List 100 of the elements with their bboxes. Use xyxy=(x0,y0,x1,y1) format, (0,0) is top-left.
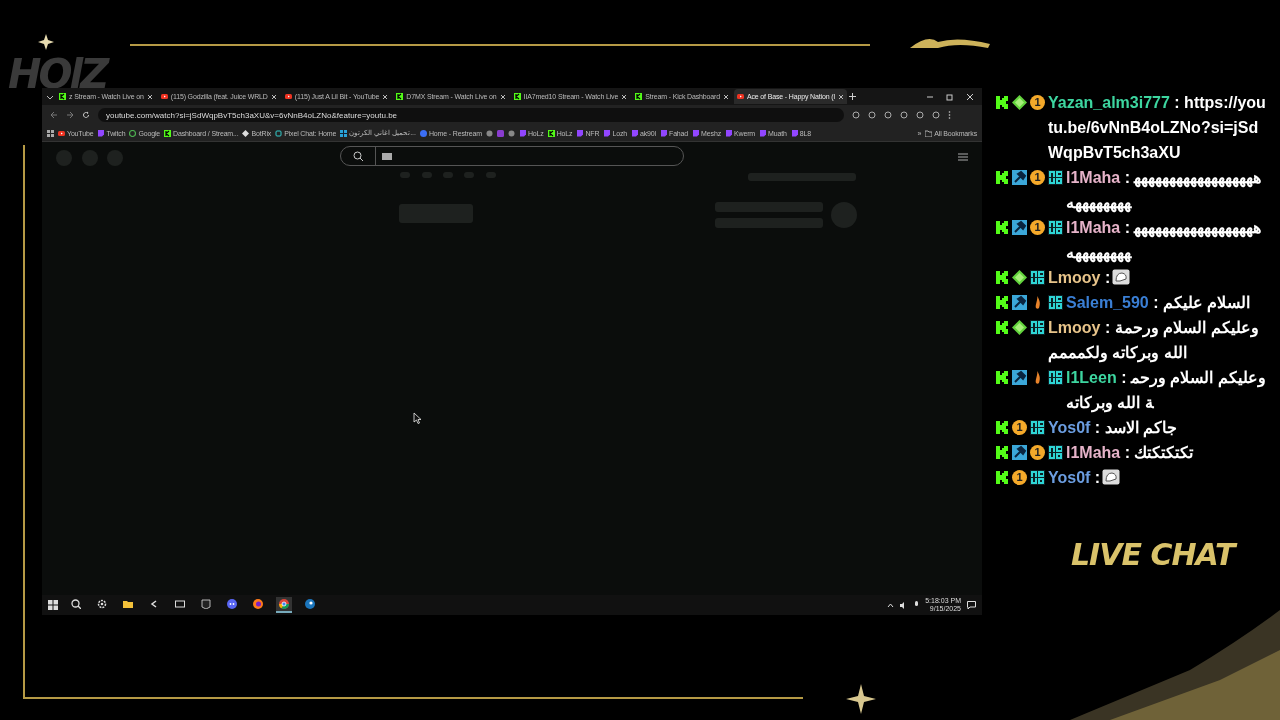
notification-icon[interactable] xyxy=(967,601,976,609)
diamond-icon xyxy=(242,129,250,137)
taskbar-app-button[interactable] xyxy=(276,597,292,613)
chat-bubble-icon xyxy=(790,129,798,137)
chat-message: Lmooy : xyxy=(1048,268,1111,288)
chat-message: Yos0f : xyxy=(1048,468,1101,488)
address-bar[interactable]: youtube.com/watch?si=jSdWqpBvT5ch3aXU&v=6vNnB4oLZNo&feature=youtu.be xyxy=(98,108,844,122)
circle-icon[interactable] xyxy=(507,129,515,137)
shield-icon xyxy=(201,599,211,609)
k-badge-icon xyxy=(994,320,1009,335)
menu-icon[interactable] xyxy=(958,153,968,161)
grid-icon xyxy=(340,129,348,137)
steam-logo-icon xyxy=(305,599,315,609)
og-badge-icon xyxy=(1048,445,1063,460)
restore-icon[interactable] xyxy=(946,92,954,101)
k-badge-icon xyxy=(994,270,1009,285)
og-badge-icon xyxy=(1048,170,1063,185)
close-icon[interactable] xyxy=(382,93,389,100)
chat-bubble-icon xyxy=(97,129,105,137)
k-badge-icon xyxy=(994,470,1009,485)
close-icon[interactable] xyxy=(621,93,628,100)
ring-icon xyxy=(129,129,137,137)
og-badge-icon xyxy=(1030,270,1045,285)
close-icon[interactable] xyxy=(146,93,153,100)
k-logo-icon xyxy=(547,129,555,137)
back-arrow-icon[interactable] xyxy=(50,111,58,119)
k-logo-icon xyxy=(635,93,643,100)
circle-icon xyxy=(419,129,427,137)
og-badge-icon xyxy=(1030,470,1045,485)
logo-text: HOlZ xyxy=(8,54,107,94)
og-badge-icon xyxy=(1030,420,1045,435)
play-logo-icon xyxy=(160,93,168,100)
window-icon xyxy=(175,599,185,609)
k-logo-icon xyxy=(396,93,404,100)
diamond-badge-icon xyxy=(1012,95,1027,110)
close-icon[interactable] xyxy=(966,92,974,101)
subscriber-badge: 1 xyxy=(1012,420,1027,435)
hammer-badge-icon xyxy=(1012,370,1027,385)
k-badge-icon xyxy=(994,420,1009,435)
live-chat-title: LIVE CHAT xyxy=(1071,540,1235,570)
square-icon[interactable] xyxy=(496,129,504,137)
fox-logo-icon xyxy=(253,599,263,609)
close-icon[interactable] xyxy=(837,93,844,100)
diamond-badge-icon xyxy=(1012,320,1027,335)
windows-start-icon[interactable] xyxy=(48,600,58,610)
subscriber-badge: 1 xyxy=(1030,95,1045,110)
microphone-icon[interactable] xyxy=(914,601,920,609)
apps-grid-icon[interactable] xyxy=(47,129,54,137)
reload-icon[interactable] xyxy=(82,111,90,119)
new-tab-icon[interactable] xyxy=(848,93,856,100)
chat-bubble-icon xyxy=(631,129,638,137)
gear-icon xyxy=(97,599,107,609)
k-badge-icon xyxy=(994,95,1009,110)
search-icon[interactable] xyxy=(352,150,364,162)
chat-bubble-icon xyxy=(660,129,667,137)
close-icon[interactable] xyxy=(270,93,277,100)
chat-bubble-icon xyxy=(576,129,584,137)
chat-bubble-icon xyxy=(692,129,700,137)
subscriber-badge: 1 xyxy=(1030,445,1045,460)
chat-message: Yazan_alm3i777 : https://youtu.be/6vNnB4oLZNo?si=jSdWqpBvT5ch3aXU xyxy=(1048,93,1266,163)
chat-bubble-icon xyxy=(759,129,766,137)
og-badge-icon xyxy=(1048,370,1063,385)
folder-icon xyxy=(123,599,133,609)
chat-bubble-icon xyxy=(725,129,732,137)
og-badge-icon xyxy=(1030,320,1045,335)
k-logo-icon xyxy=(513,93,521,100)
play-logo-icon xyxy=(58,129,65,137)
k-badge-icon xyxy=(994,370,1009,385)
k-badge-icon xyxy=(994,220,1009,235)
keyboard-icon[interactable] xyxy=(382,152,392,160)
mouse-pointer-icon xyxy=(413,412,422,424)
chat-bubble-icon xyxy=(518,129,526,137)
play-logo-icon xyxy=(284,93,292,100)
hammer-badge-icon xyxy=(1012,220,1027,235)
og-badge-icon xyxy=(1048,220,1063,235)
og-badge-icon xyxy=(1048,295,1063,310)
k-badge-icon xyxy=(994,295,1009,310)
subscriber-badge: 1 xyxy=(1030,220,1045,235)
k-logo-icon xyxy=(59,93,66,100)
chat-bubble-icon xyxy=(603,129,611,137)
close-icon[interactable] xyxy=(499,93,506,100)
more-menu-icon[interactable] xyxy=(948,111,951,119)
hammer-badge-icon xyxy=(1012,445,1027,460)
forward-arrow-icon[interactable] xyxy=(66,111,74,119)
diamond-badge-icon xyxy=(1012,270,1027,285)
play-logo-icon xyxy=(736,93,744,100)
search-icon xyxy=(71,599,81,609)
hammer-badge-icon xyxy=(1012,170,1027,185)
k-badge-icon xyxy=(994,170,1009,185)
circle-icon[interactable] xyxy=(485,129,493,137)
browser-logo-icon xyxy=(279,599,289,609)
close-icon[interactable] xyxy=(722,93,729,100)
caret-icon[interactable] xyxy=(887,602,895,608)
hammer-badge-icon xyxy=(1012,295,1027,310)
subscriber-badge: 1 xyxy=(1012,470,1027,485)
folder-icon xyxy=(925,129,933,137)
subscriber-badge: 1 xyxy=(1030,170,1045,185)
face-logo-icon xyxy=(227,599,237,609)
k-logo-icon xyxy=(164,129,172,137)
k-badge-icon xyxy=(994,445,1009,460)
